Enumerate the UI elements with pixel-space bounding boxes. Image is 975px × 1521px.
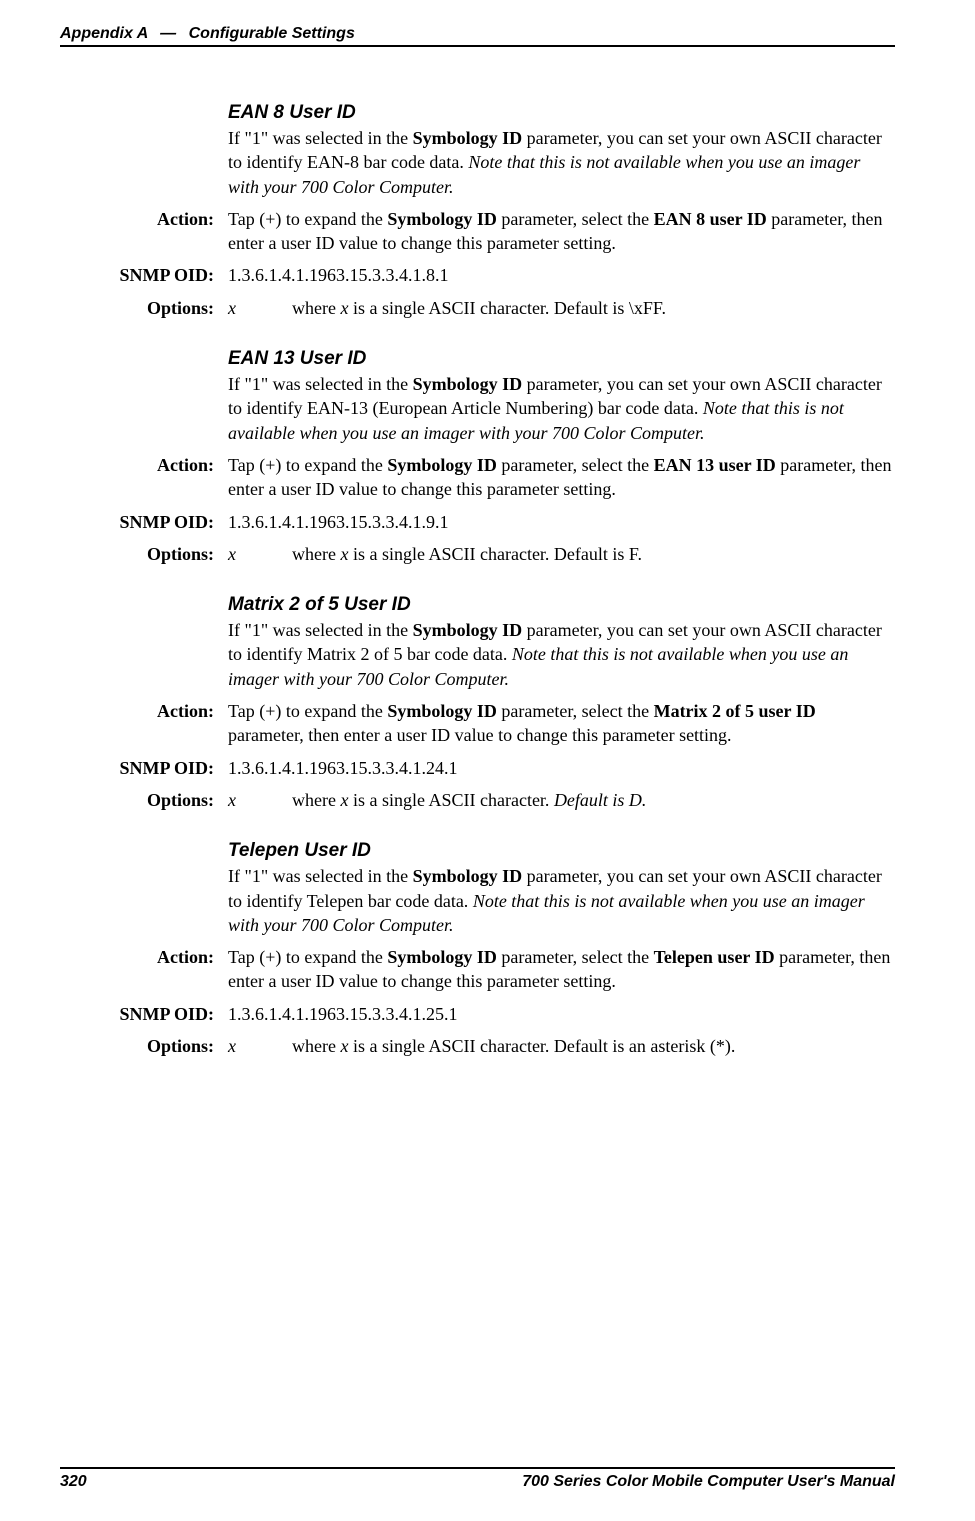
section-heading: EAN 8 User ID — [228, 102, 895, 124]
action-row: Action:Tap (+) to expand the Symbology I… — [60, 945, 895, 994]
action-bold1: Symbology ID — [387, 209, 497, 229]
action-row: Action:Tap (+) to expand the Symbology I… — [60, 699, 895, 748]
action-bold1: Symbology ID — [387, 947, 497, 967]
action-bold2: Matrix 2 of 5 user ID — [654, 701, 816, 721]
section: EAN 8 User IDIf "1" was selected in the … — [60, 102, 895, 320]
action-mid: parameter, select the — [497, 701, 654, 721]
action-mid: parameter, select the — [497, 455, 654, 475]
option-x: x — [228, 296, 292, 320]
action-bold1: Symbology ID — [387, 455, 497, 475]
section-description: If "1" was selected in the Symbology ID … — [228, 372, 895, 445]
page-number: 320 — [60, 1473, 87, 1491]
action-post: parameter, then enter a user ID value to… — [228, 725, 732, 745]
option-x: x — [228, 542, 292, 566]
option-pre: where — [292, 1036, 340, 1056]
desc-bold: Symbology ID — [413, 128, 523, 148]
section-heading: EAN 13 User ID — [228, 348, 895, 370]
section-description: If "1" was selected in the Symbology ID … — [228, 864, 895, 937]
action-pre: Tap (+) to expand the — [228, 455, 387, 475]
option-post: is a single ASCII character. — [348, 790, 553, 810]
desc-pre: If "1" was selected in the — [228, 620, 413, 640]
options-label: Options: — [60, 1034, 228, 1058]
action-mid: parameter, select the — [497, 209, 654, 229]
page: Appendix A — Configurable Settings EAN 8… — [0, 0, 975, 1521]
desc-bold: Symbology ID — [413, 620, 523, 640]
section-description: If "1" was selected in the Symbology ID … — [228, 618, 895, 691]
action-bold2: EAN 8 user ID — [654, 209, 767, 229]
snmp-row: SNMP OID:1.3.6.1.4.1.1963.15.3.3.4.1.8.1 — [60, 263, 895, 287]
option-desc: where x is a single ASCII character. Def… — [292, 788, 895, 812]
action-pre: Tap (+) to expand the — [228, 701, 387, 721]
page-footer: 320 700 Series Color Mobile Computer Use… — [60, 1467, 895, 1491]
option-post: is a single ASCII character. Default is … — [348, 298, 666, 318]
action-bold1: Symbology ID — [387, 701, 497, 721]
action-pre: Tap (+) to expand the — [228, 209, 387, 229]
section-heading: Matrix 2 of 5 User ID — [228, 594, 895, 616]
snmp-value: 1.3.6.1.4.1.1963.15.3.3.4.1.24.1 — [228, 756, 895, 780]
option-pre: where — [292, 790, 340, 810]
snmp-value: 1.3.6.1.4.1.1963.15.3.3.4.1.9.1 — [228, 510, 895, 534]
header-appendix: Appendix A — [60, 25, 148, 42]
snmp-label: SNMP OID: — [60, 756, 228, 780]
option-pre: where — [292, 544, 340, 564]
header-title: Configurable Settings — [189, 25, 355, 42]
options-value: xwhere x is a single ASCII character. De… — [228, 1034, 895, 1058]
action-value: Tap (+) to expand the Symbology ID param… — [228, 207, 895, 256]
options-row: Options:xwhere x is a single ASCII chara… — [60, 542, 895, 566]
action-bold2: EAN 13 user ID — [654, 455, 776, 475]
page-header: Appendix A — Configurable Settings — [60, 25, 895, 47]
snmp-value: 1.3.6.1.4.1.1963.15.3.3.4.1.25.1 — [228, 1002, 895, 1026]
snmp-label: SNMP OID: — [60, 1002, 228, 1026]
option-post: is a single ASCII character. Default is … — [348, 1036, 735, 1056]
option-desc: where x is a single ASCII character. Def… — [292, 542, 895, 566]
snmp-row: SNMP OID:1.3.6.1.4.1.1963.15.3.3.4.1.9.1 — [60, 510, 895, 534]
action-label: Action: — [60, 453, 228, 502]
options-label: Options: — [60, 788, 228, 812]
desc-pre: If "1" was selected in the — [228, 866, 413, 886]
options-label: Options: — [60, 296, 228, 320]
option-x: x — [228, 788, 292, 812]
option-post: is a single ASCII character. Default is … — [348, 544, 642, 564]
desc-bold: Symbology ID — [413, 866, 523, 886]
action-label: Action: — [60, 207, 228, 256]
action-label: Action: — [60, 945, 228, 994]
option-desc: where x is a single ASCII character. Def… — [292, 1034, 895, 1058]
action-value: Tap (+) to expand the Symbology ID param… — [228, 699, 895, 748]
footer-title: 700 Series Color Mobile Computer User's … — [522, 1473, 895, 1491]
snmp-row: SNMP OID:1.3.6.1.4.1.1963.15.3.3.4.1.25.… — [60, 1002, 895, 1026]
section: Matrix 2 of 5 User IDIf "1" was selected… — [60, 594, 895, 812]
section-description: If "1" was selected in the Symbology ID … — [228, 126, 895, 199]
option-trail-italic: Default is D. — [554, 790, 647, 810]
options-row: Options:xwhere x is a single ASCII chara… — [60, 296, 895, 320]
action-mid: parameter, select the — [497, 947, 654, 967]
option-desc: where x is a single ASCII character. Def… — [292, 296, 895, 320]
header-dash: — — [160, 25, 176, 42]
option-x: x — [228, 1034, 292, 1058]
options-value: xwhere x is a single ASCII character. De… — [228, 788, 895, 812]
action-pre: Tap (+) to expand the — [228, 947, 387, 967]
desc-pre: If "1" was selected in the — [228, 128, 413, 148]
option-pre: where — [292, 298, 340, 318]
action-bold2: Telepen user ID — [654, 947, 775, 967]
action-value: Tap (+) to expand the Symbology ID param… — [228, 945, 895, 994]
snmp-row: SNMP OID:1.3.6.1.4.1.1963.15.3.3.4.1.24.… — [60, 756, 895, 780]
desc-pre: If "1" was selected in the — [228, 374, 413, 394]
action-row: Action:Tap (+) to expand the Symbology I… — [60, 453, 895, 502]
section-heading: Telepen User ID — [228, 840, 895, 862]
action-value: Tap (+) to expand the Symbology ID param… — [228, 453, 895, 502]
action-label: Action: — [60, 699, 228, 748]
snmp-label: SNMP OID: — [60, 510, 228, 534]
options-row: Options:xwhere x is a single ASCII chara… — [60, 788, 895, 812]
action-row: Action:Tap (+) to expand the Symbology I… — [60, 207, 895, 256]
options-row: Options:xwhere x is a single ASCII chara… — [60, 1034, 895, 1058]
options-value: xwhere x is a single ASCII character. De… — [228, 542, 895, 566]
options-label: Options: — [60, 542, 228, 566]
options-value: xwhere x is a single ASCII character. De… — [228, 296, 895, 320]
desc-bold: Symbology ID — [413, 374, 523, 394]
section: Telepen User IDIf "1" was selected in th… — [60, 840, 895, 1058]
section: EAN 13 User IDIf "1" was selected in the… — [60, 348, 895, 566]
snmp-value: 1.3.6.1.4.1.1963.15.3.3.4.1.8.1 — [228, 263, 895, 287]
snmp-label: SNMP OID: — [60, 263, 228, 287]
